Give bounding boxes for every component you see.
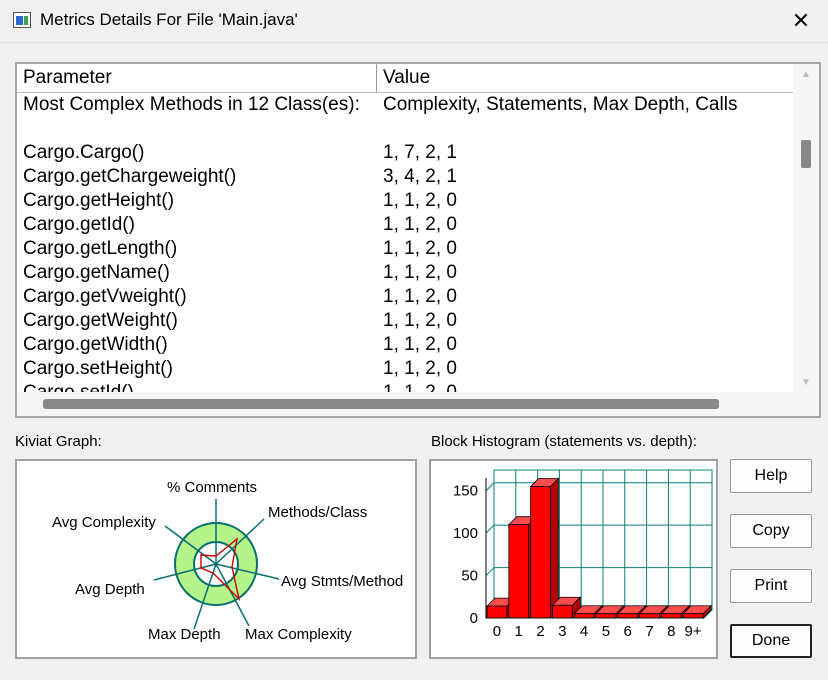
row-param: Cargo.getId() <box>23 214 135 235</box>
histogram-bar <box>682 613 704 619</box>
row-value: Complexity, Statements, Max Depth, Calls <box>383 94 738 115</box>
x-tick-label: 8 <box>667 623 675 640</box>
row-param: Cargo.getVweight() <box>23 286 187 307</box>
row-param: Cargo.setHeight() <box>23 358 173 379</box>
table-row[interactable]: Cargo.Cargo() 1, 7, 2, 1 <box>17 141 793 165</box>
x-tick-label: 5 <box>602 623 610 640</box>
y-tick-label: 100 <box>453 525 478 542</box>
row-value: 1, 1, 2, 0 <box>383 214 457 235</box>
table-row[interactable] <box>17 117 793 141</box>
bar-side <box>550 477 559 619</box>
grid-line <box>485 567 495 576</box>
x-tick-label: 7 <box>645 623 653 640</box>
row-param: Cargo.getLength() <box>23 238 178 259</box>
table-row[interactable]: Most Complex Methods in 12 Class(es): Com… <box>17 93 793 117</box>
row-param: Cargo.getWidth() <box>23 334 168 355</box>
row-param: Cargo.getWeight() <box>23 310 178 331</box>
table-row[interactable]: Cargo.getChargeweight() 3, 4, 2, 1 <box>17 165 793 189</box>
histogram-label: Block Histogram (statements vs. depth): <box>431 433 697 450</box>
row-value: 1, 1, 2, 0 <box>383 286 457 307</box>
scroll-down-icon[interactable]: ▼ <box>793 372 819 394</box>
histogram-bar <box>508 524 530 619</box>
kiviat-axis-label: Avg Depth <box>75 581 145 598</box>
row-value: 1, 1, 2, 0 <box>383 190 457 211</box>
x-tick-label: 6 <box>624 623 632 640</box>
row-param: Cargo.getHeight() <box>23 190 175 211</box>
row-value: 1, 1, 2, 0 <box>383 238 457 259</box>
kiviat-axis-label: Max Depth <box>148 626 221 643</box>
x-tick-label: 0 <box>493 623 501 640</box>
histogram-bar <box>573 613 595 619</box>
title-bar: Metrics Details For File 'Main.java' ✕ <box>0 0 828 43</box>
table-row[interactable]: Cargo.setHeight() 1, 1, 2, 0 <box>17 357 793 381</box>
table-row[interactable]: Cargo.getVweight() 1, 1, 2, 0 <box>17 285 793 309</box>
x-tick-label: 4 <box>580 623 588 640</box>
x-tick-label: 2 <box>536 623 544 640</box>
table-row[interactable]: Cargo.getHeight() 1, 1, 2, 0 <box>17 189 793 213</box>
row-param: Cargo.getChargeweight() <box>23 166 237 187</box>
row-param: Cargo.getName() <box>23 262 170 283</box>
window-title: Metrics Details For File 'Main.java' <box>40 10 298 29</box>
histogram-panel: 150 100 50 0 0 1 2 3 4 5 6 7 8 9+ <box>429 459 718 659</box>
help-button[interactable]: Help <box>730 459 812 493</box>
app-icon <box>13 12 31 28</box>
close-icon[interactable]: ✕ <box>784 4 818 38</box>
row-value: 1, 1, 2, 0 <box>383 262 457 283</box>
row-value: 3, 4, 2, 1 <box>383 166 457 187</box>
kiviat-axis-label: Max Complexity <box>245 626 352 643</box>
kiviat-axis-label: Methods/Class <box>268 504 367 521</box>
kiviat-axis-label: Avg Stmts/Method <box>281 573 403 590</box>
histogram-bar <box>486 605 508 619</box>
horizontal-scroll-thumb[interactable] <box>43 399 719 409</box>
table-row[interactable]: Cargo.getName() 1, 1, 2, 0 <box>17 261 793 285</box>
table-row[interactable]: Cargo.getId() 1, 1, 2, 0 <box>17 213 793 237</box>
done-button[interactable]: Done <box>730 624 812 658</box>
kiviat-label: Kiviat Graph: <box>15 433 102 450</box>
y-tick-label: 150 <box>453 483 478 500</box>
row-value: 1, 7, 2, 1 <box>383 142 457 163</box>
horizontal-scrollbar[interactable] <box>17 392 793 416</box>
vertical-scroll-thumb[interactable] <box>801 140 811 168</box>
print-button[interactable]: Print <box>730 569 812 603</box>
table-header: Parameter Value <box>17 64 793 93</box>
copy-button[interactable]: Copy <box>730 514 812 548</box>
row-param: Cargo.Cargo() <box>23 142 145 163</box>
histogram-bar <box>552 604 573 619</box>
column-header-value[interactable]: Value <box>377 64 793 92</box>
y-tick-label: 50 <box>461 568 478 585</box>
x-tick-label: 9+ <box>685 623 702 640</box>
row-value: 1, 1, 2, 0 <box>383 358 457 379</box>
row-param: Most Complex Methods in 12 Class(es): <box>23 94 360 115</box>
histogram-bar <box>639 613 660 619</box>
row-value: 1, 1, 2, 0 <box>383 310 457 331</box>
column-header-parameter[interactable]: Parameter <box>17 64 377 92</box>
histogram-bar <box>530 486 551 619</box>
table-row[interactable]: Cargo.getLength() 1, 1, 2, 0 <box>17 237 793 261</box>
x-tick-label: 3 <box>558 623 566 640</box>
x-tick-label: 1 <box>515 623 523 640</box>
scroll-up-icon[interactable]: ▲ <box>793 64 819 86</box>
histogram-bar <box>617 613 639 619</box>
kiviat-panel: % Comments Methods/Class Avg Stmts/Metho… <box>15 459 417 659</box>
kiviat-axis-label: % Comments <box>167 479 257 496</box>
row-value: 1, 1, 2, 0 <box>383 334 457 355</box>
metrics-table: Parameter Value Most Complex Methods in … <box>15 62 821 418</box>
block-histogram: 1501005000 1 2 3 4 5 6 7 8 9+ <box>453 469 714 640</box>
table-row[interactable]: Cargo.getWeight() 1, 1, 2, 0 <box>17 309 793 333</box>
grid-line <box>485 482 495 492</box>
kiviat-axis-label: Avg Complexity <box>52 514 156 531</box>
kiviat-graph: % Comments Methods/Class Avg Stmts/Metho… <box>52 479 403 643</box>
histogram-bar <box>660 613 682 619</box>
y-tick-label: 0 <box>470 610 478 627</box>
scrollbar-corner <box>793 392 819 416</box>
grid-line <box>485 524 495 534</box>
histogram-bar <box>595 613 617 619</box>
vertical-scrollbar[interactable]: ▲ ▼ <box>793 64 819 394</box>
table-row[interactable]: Cargo.getWidth() 1, 1, 2, 0 <box>17 333 793 357</box>
